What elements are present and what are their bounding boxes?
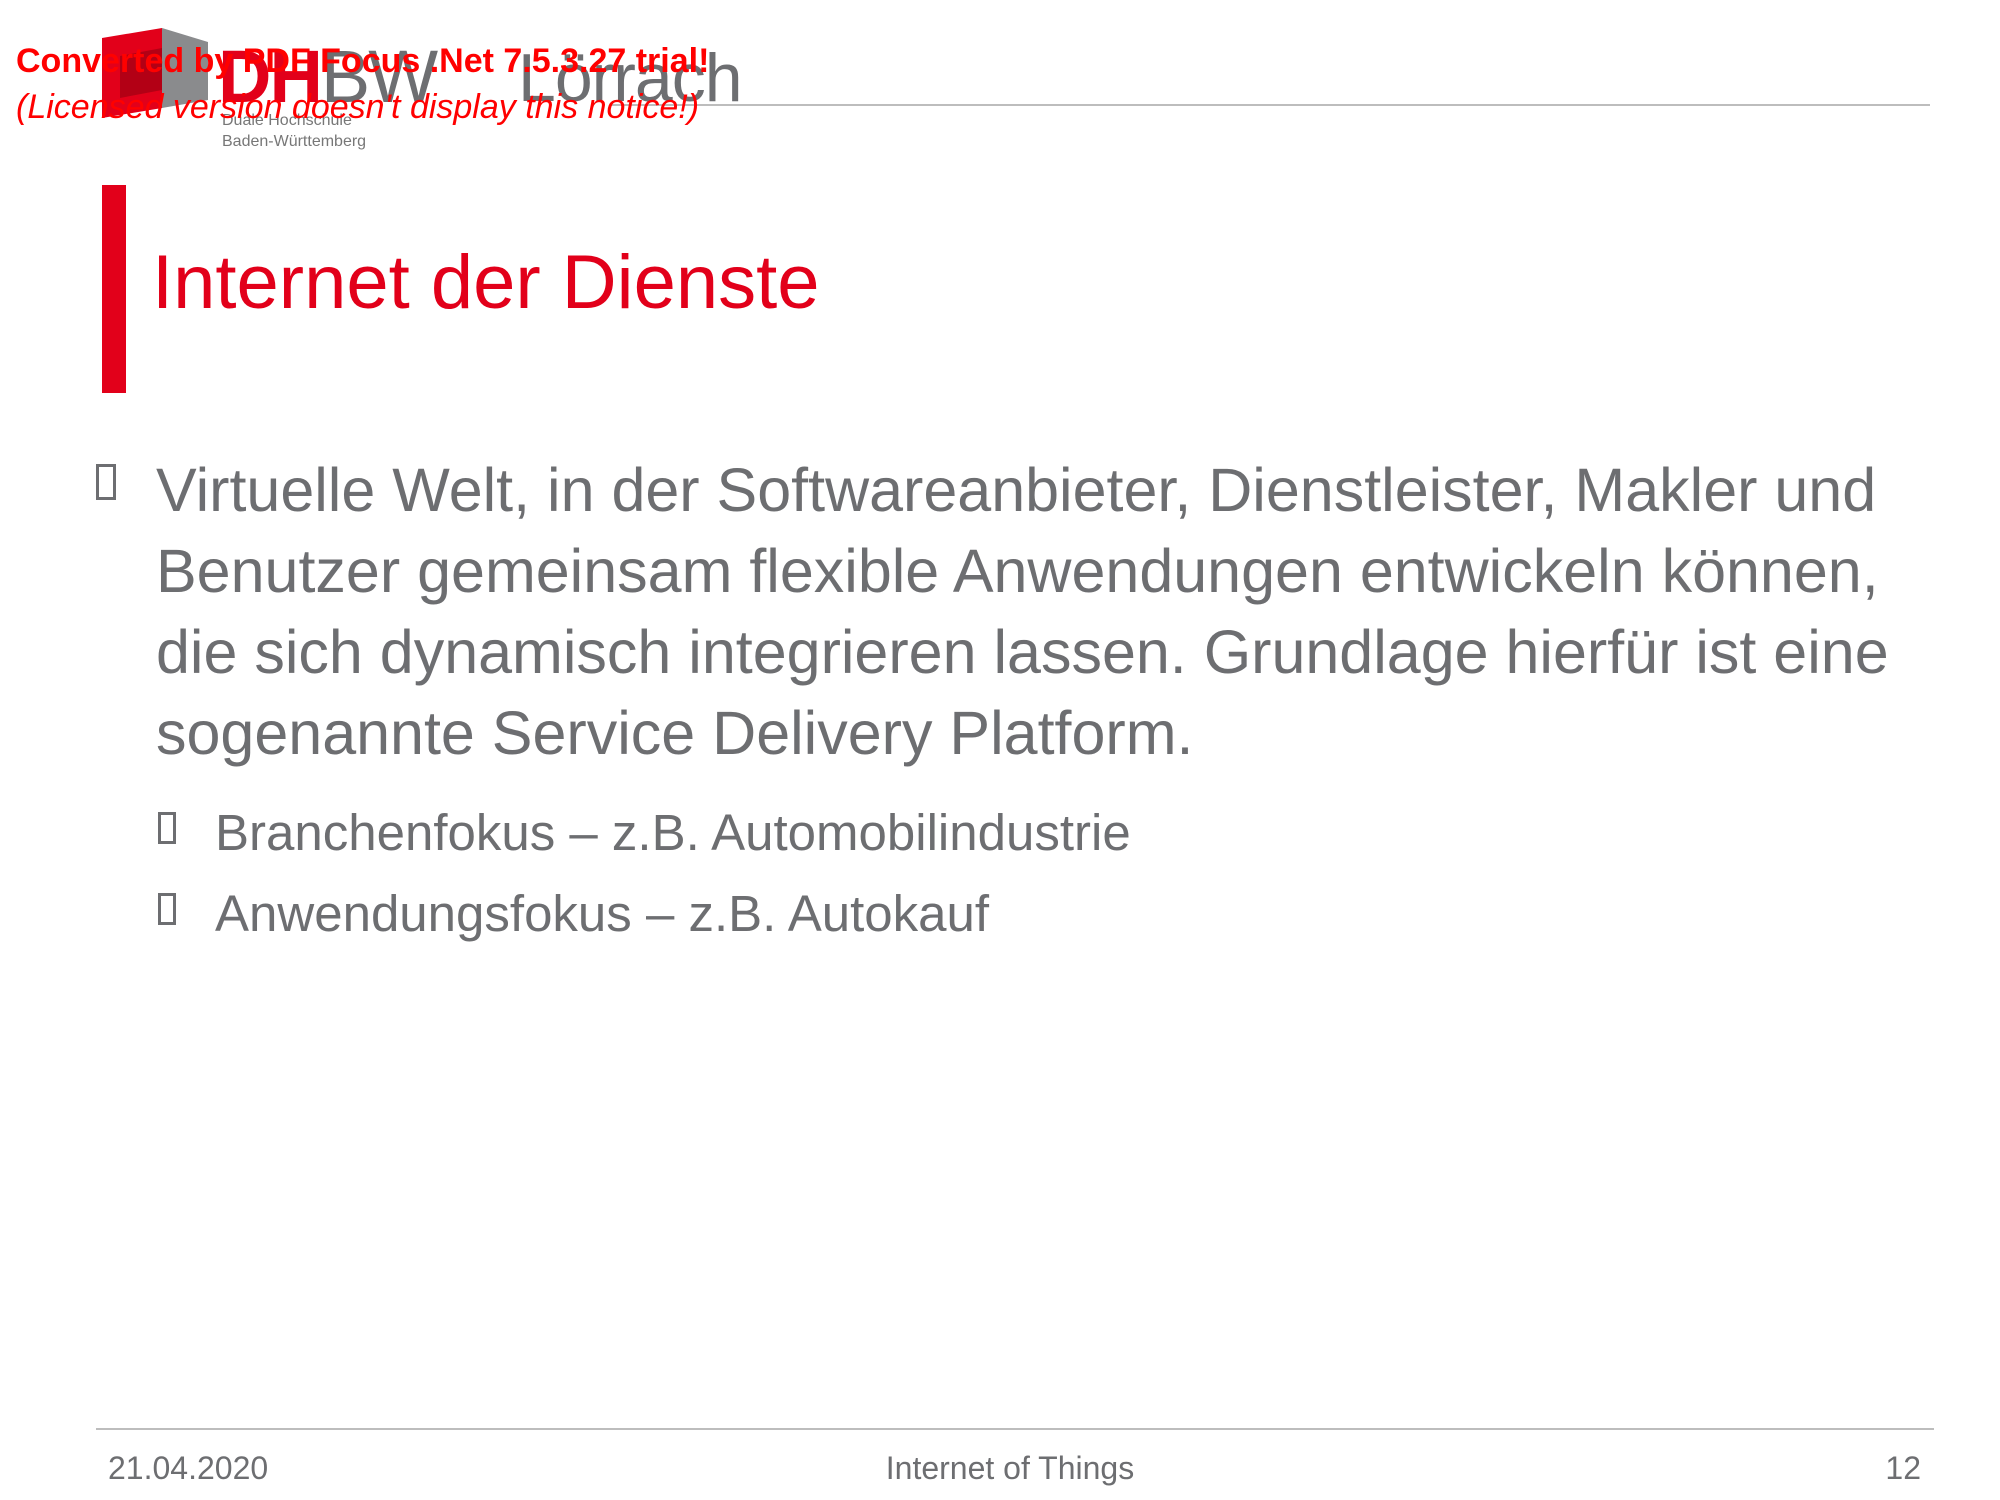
sub-bullet-item: Branchenfokus – z.B. Automobilindustrie [158,792,1946,873]
slide-title: Internet der Dienste [152,240,820,325]
watermark-line-2: (Licensed version doesn't display this n… [16,88,700,126]
trial-watermark: Converted by PDF Focus .Net 7.5.3.27 tri… [16,38,709,130]
sub-bullet-text: Branchenfokus – z.B. Automobilindustrie [215,804,1131,861]
bullet-text: Virtuelle Welt, in der Softwareanbieter,… [156,456,1889,767]
logo-subtitle-line-2: Baden-Württemberg [222,133,367,150]
bullet-item: Virtuelle Welt, in der Softwareanbieter,… [96,450,1946,774]
footer-title: Internet of Things [885,1450,1135,1486]
sub-bullet-item: Anwendungsfokus – z.B. Autokauf [158,873,1946,954]
sub-bullet-list: Branchenfokus – z.B. Automobilindustrie … [96,792,1946,954]
bullet-marker-icon [96,464,116,500]
header-divider [610,104,1930,106]
bullet-marker-icon [158,893,176,925]
page-number: 12 [1885,1450,1921,1486]
title-accent-bar [102,185,126,393]
footer-divider [96,1428,1934,1430]
bullet-marker-icon [158,812,176,844]
watermark-line-1: Converted by PDF Focus .Net 7.5.3.27 tri… [16,42,710,80]
slide-content: Virtuelle Welt, in der Softwareanbieter,… [96,450,1946,954]
sub-bullet-text: Anwendungsfokus – z.B. Autokauf [215,885,990,942]
